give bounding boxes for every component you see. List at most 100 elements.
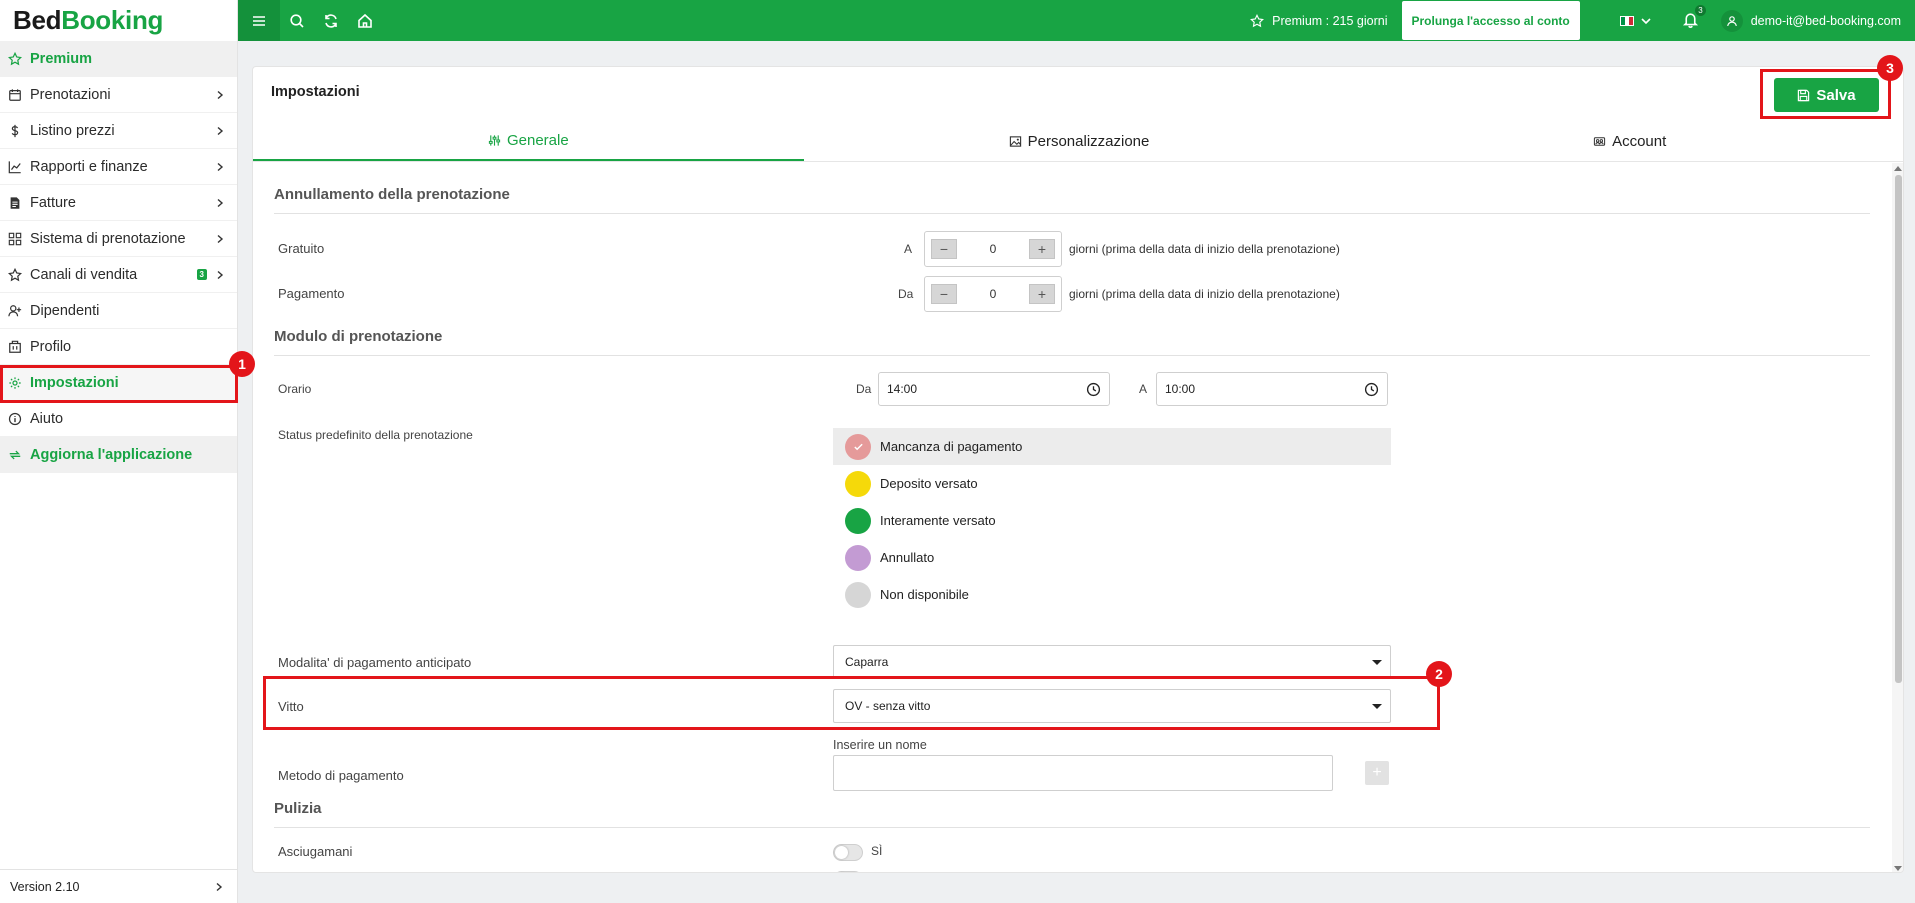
home-button[interactable] <box>348 0 382 41</box>
time-to-prefix: A <box>1139 382 1148 396</box>
free-cancellation-label: Gratuito <box>278 241 325 256</box>
version-footer[interactable]: Version 2.10 <box>0 869 238 903</box>
settings-tabs: Generale Personalizzazione Account <box>253 122 1903 162</box>
notifications-button[interactable]: 3 <box>1682 4 1706 31</box>
save-button[interactable]: Salva <box>1774 78 1879 112</box>
chevron-right-icon <box>217 198 224 207</box>
sidebar-item-prenotazioni[interactable]: Prenotazioni <box>0 77 237 113</box>
sidebar-item-sistema-di-prenotazione[interactable]: Sistema di prenotazione <box>0 221 237 257</box>
chevron-right-icon <box>217 162 224 171</box>
free-days-stepper[interactable]: − 0 + <box>924 231 1062 267</box>
board-select[interactable]: OV - senza vitto <box>833 689 1391 723</box>
status-option-deposito-versato[interactable]: Deposito versato <box>833 465 1391 502</box>
section-divider <box>274 827 1870 828</box>
sidebar-item-label: Rapporti e finanze <box>30 158 148 175</box>
clock-icon <box>1364 382 1379 396</box>
status-label: Annullato <box>880 550 935 565</box>
premium-days-text: Premium : 215 giorni <box>1272 13 1388 28</box>
towels-toggle-text: SÌ <box>871 844 883 858</box>
tab-personalizzazione[interactable]: Personalizzazione <box>804 122 1355 161</box>
status-label: Interamente versato <box>880 513 996 528</box>
advance-payment-select[interactable]: Caparra <box>833 645 1391 679</box>
sidebar-item-impostazioni[interactable]: Impostazioni <box>0 365 237 401</box>
extend-access-button[interactable]: Prolunga l'accesso al conto <box>1401 1 1580 40</box>
user-menu[interactable]: demo-it@bed-booking.com <box>1720 9 1901 32</box>
increment-button[interactable]: + <box>1029 239 1055 259</box>
flag-stripe-red <box>1628 16 1633 25</box>
star-icon <box>8 51 22 66</box>
save-button-label: Salva <box>1816 86 1856 104</box>
scrollbar-thumb[interactable] <box>1895 175 1902 683</box>
sidebar-item-label: Canali di vendita <box>30 266 138 283</box>
checkin-time-field[interactable]: 14:00 <box>878 372 1110 406</box>
search-button[interactable] <box>280 0 314 41</box>
refresh-icon <box>8 448 22 462</box>
section-divider <box>274 355 1870 356</box>
sync-icon <box>325 13 337 28</box>
status-color-dot <box>845 470 871 497</box>
calendar-icon <box>8 88 22 102</box>
sidebar-item-canali-di-vendita[interactable]: Canali di vendita 3 <box>0 257 237 293</box>
clock-icon <box>1086 382 1101 396</box>
board-value: OV - senza vitto <box>845 699 931 713</box>
page-title: Impostazioni <box>271 84 360 100</box>
payment-method-hint: Inserire un nome <box>833 738 927 752</box>
user-plus-icon <box>8 304 22 318</box>
sidebar-item-label: Listino prezzi <box>30 122 115 139</box>
tab-label: Generale <box>506 132 569 149</box>
increment-button[interactable]: + <box>1029 284 1055 304</box>
sidebar-item-label: Profilo <box>30 338 72 355</box>
user-email: demo-it@bed-booking.com <box>1750 13 1901 28</box>
sidebar-item-premium[interactable]: Premium <box>0 41 237 77</box>
chevron-right-icon <box>217 234 224 243</box>
tab-generale[interactable]: Generale <box>253 122 804 161</box>
paid-days-stepper[interactable]: − 0 + <box>924 276 1062 312</box>
italy-flag-icon <box>1619 15 1634 26</box>
sidebar-item-aggiorna[interactable]: Aggiorna l'applicazione <box>0 437 237 473</box>
tab-account[interactable]: Account <box>1354 122 1903 161</box>
advance-payment-value: Caparra <box>845 655 889 669</box>
sidebar-item-fatture[interactable]: Fatture <box>0 185 237 221</box>
payment-method-input[interactable] <box>833 755 1333 791</box>
towels-toggle[interactable] <box>833 844 863 861</box>
dollar-icon <box>8 124 22 138</box>
caret-down-icon <box>1372 659 1382 665</box>
hamburger-menu-button[interactable] <box>238 0 280 41</box>
section-title-cleaning: Pulizia <box>274 800 322 817</box>
content-scrollbar[interactable] <box>1892 163 1903 872</box>
chevron-right-icon <box>217 90 224 99</box>
top-bar: Premium : 215 giorni Prolunga l'accesso … <box>238 0 1915 41</box>
add-payment-method-button[interactable]: + <box>1365 761 1389 785</box>
sidebar-item-listino-prezzi[interactable]: Listino prezzi <box>0 113 237 149</box>
app-logo[interactable]: Bed Booking <box>0 0 237 41</box>
scroll-down-arrow[interactable] <box>1894 866 1902 871</box>
user-avatar <box>1720 9 1743 32</box>
status-option-interamente-versato[interactable]: Interamente versato <box>833 502 1391 539</box>
grid-icon <box>8 232 22 246</box>
annotation-number-3: 3 <box>1877 55 1903 81</box>
sidebar-item-profilo[interactable]: Profilo <box>0 329 237 365</box>
sidebar-item-rapporti-e-finanze[interactable]: Rapporti e finanze <box>0 149 237 185</box>
second-toggle[interactable] <box>833 871 863 872</box>
premium-info[interactable]: Premium : 215 giorni <box>1250 13 1388 28</box>
hamburger-icon <box>253 15 265 26</box>
sidebar-item-dipendenti[interactable]: Dipendenti <box>0 293 237 329</box>
status-option-mancanza-di-pagamento[interactable]: Mancanza di pagamento <box>833 428 1391 465</box>
language-selector[interactable] <box>1619 15 1652 27</box>
image-icon <box>1009 136 1021 147</box>
sidebar: Bed Booking Premium Prenotazioni Listino … <box>0 0 238 903</box>
sidebar-item-aiuto[interactable]: Aiuto <box>0 401 237 437</box>
section-title-cancellation: Annullamento della prenotazione <box>274 186 510 203</box>
scroll-up-arrow[interactable] <box>1894 166 1902 171</box>
paid-cancellation-label: Pagamento <box>278 286 345 301</box>
decrement-button[interactable]: − <box>931 284 957 304</box>
chevron-right-icon <box>217 126 224 135</box>
checkout-time-field[interactable]: 10:00 <box>1156 372 1388 406</box>
caret-down-icon <box>1372 703 1382 709</box>
status-color-dot <box>845 507 871 534</box>
default-status-list: Mancanza di pagamento Deposito versato I… <box>833 428 1391 613</box>
status-option-annullato[interactable]: Annullato <box>833 539 1391 576</box>
decrement-button[interactable]: − <box>931 239 957 259</box>
refresh-button[interactable] <box>314 0 348 41</box>
status-option-non-disponibile[interactable]: Non disponibile <box>833 576 1391 613</box>
